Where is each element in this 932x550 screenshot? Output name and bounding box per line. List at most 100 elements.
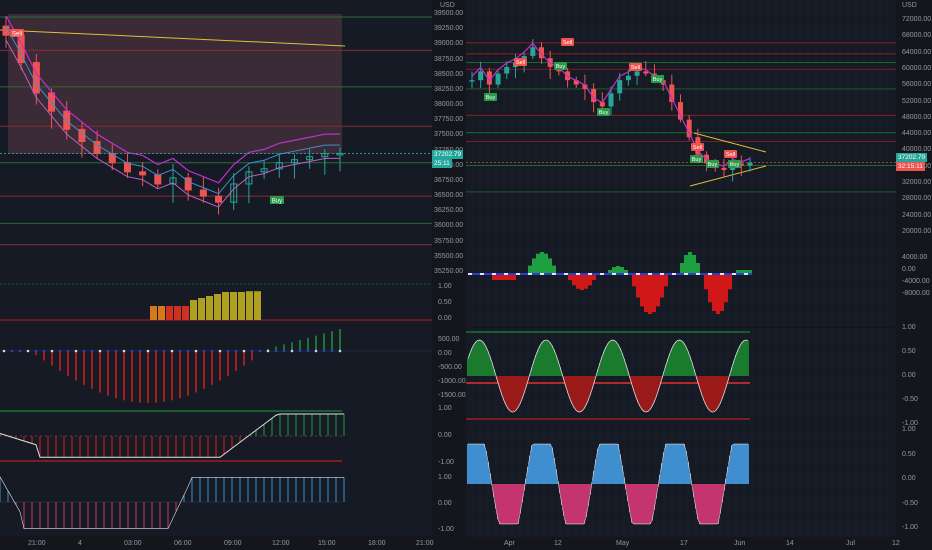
axis-tick: 38000.00 [434, 101, 464, 109]
highlight-zone [8, 14, 342, 154]
signal-dot [568, 273, 572, 275]
signal-dot [58, 349, 62, 353]
oscillator-line [0, 413, 344, 458]
time-tick: 21:00 [28, 540, 46, 547]
signal-dot [576, 273, 580, 275]
right-indicator-3[interactable] [466, 430, 896, 537]
axis-tick: -1500.00 [438, 392, 466, 399]
axis-tick: 0.50 [902, 450, 916, 458]
signal-dot [636, 273, 640, 275]
left-indicator-1[interactable] [0, 277, 432, 325]
time-tick: Jun [734, 540, 746, 547]
signal-dot [664, 273, 668, 275]
right-indicator-2[interactable] [466, 328, 896, 429]
sell-badge-label: Sell [693, 145, 702, 151]
candle-body [139, 171, 147, 176]
signal-dot [732, 273, 736, 275]
axis-tick: -1.00 [902, 524, 918, 531]
signal-dot [258, 349, 262, 353]
right-current-price: 37202.79 [896, 153, 928, 162]
axis-tick: 32000.00 [902, 179, 932, 187]
signal-dot [644, 273, 648, 275]
signal-dot [624, 273, 628, 275]
left-indicator-3[interactable] [0, 405, 432, 467]
signal-dot [628, 273, 632, 275]
right-indicator-1[interactable] [466, 246, 896, 327]
time-tick: 14 [786, 540, 794, 547]
left-price-axis[interactable]: USD 39500.00 39250.00 39000.00 38750.00 3850… [432, 0, 466, 276]
axis-tick: 35250.00 [434, 268, 464, 275]
signal-dot [298, 349, 302, 353]
signal-dot [540, 273, 544, 275]
candle-body [617, 80, 623, 94]
histogram-bar [254, 291, 261, 320]
right-price-chart[interactable]: Sell Buy Buy Sell Sell Buy Buy Sell Buy Sell Buy Bu… [466, 0, 896, 245]
signal-dot [480, 273, 484, 275]
signal-dot [210, 349, 214, 353]
signal-dot [338, 349, 342, 353]
axis-tick: 60000.00 [902, 64, 932, 72]
buy-badge-label: Buy [556, 64, 566, 70]
signal-dot [560, 273, 564, 275]
signal-dot [484, 273, 488, 275]
left-indicator-4[interactable] [0, 468, 432, 536]
signal-dot [720, 273, 724, 275]
axis-tick: 0.50 [902, 348, 916, 355]
signal-dot [138, 349, 142, 353]
signal-dot [596, 273, 600, 275]
signal-dot [580, 273, 584, 275]
axis-tick: -1.00 [438, 459, 454, 466]
signal-dot [748, 273, 752, 275]
signal-dot [600, 273, 604, 275]
axis-tick: 0.00 [902, 475, 916, 482]
time-tick: Apr [504, 540, 515, 547]
left-time-axis[interactable]: 21:00 4 03:00 06:00 09:00 12:00 15:00 18:00 21:0… [0, 537, 434, 550]
sell-badge-label: Sell [12, 32, 22, 38]
axis-tick: 38250.00 [434, 85, 464, 93]
signal-dot [98, 349, 102, 353]
signal-dot [740, 273, 744, 275]
right-time-axis[interactable]: Apr 12 May 17 Jun 14 Jul 12 [466, 537, 900, 550]
left-indicator-2[interactable] [0, 326, 432, 404]
signal-dot [90, 349, 94, 353]
axis-tick: 1.00 [438, 405, 452, 412]
signal-dot [660, 273, 664, 275]
signal-dot [684, 273, 688, 275]
axis-tick: -1000.00 [438, 378, 466, 385]
signal-dot [154, 349, 158, 353]
candle-body [643, 71, 649, 74]
left-price-chart[interactable]: Sell Buy [0, 0, 432, 276]
signal-dot [178, 349, 182, 353]
signal-dot [306, 349, 310, 353]
signal-dot [170, 349, 174, 353]
signal-dot [274, 349, 278, 353]
axis-tick: 0.50 [438, 299, 452, 306]
axis-tick: 36000.00 [434, 222, 464, 230]
time-tick: 12 [892, 540, 900, 547]
time-tick: Jul [846, 540, 855, 547]
signal-dot [676, 273, 680, 275]
right-price-axis[interactable]: USD 72000.00 68000.00 64000.00 60000.00 5600… [896, 0, 932, 245]
signal-dot [202, 349, 206, 353]
signal-dot [564, 273, 568, 275]
axis-tick: -0.50 [902, 499, 918, 507]
right-currency-label: USD [902, 2, 917, 9]
signal-dot [516, 273, 520, 275]
signal-dot [548, 273, 552, 275]
right-price-panel[interactable]: Sell Buy Buy Sell Sell Buy Buy Sell Buy Sell Buy Bu… [466, 0, 896, 245]
signal-dot [520, 273, 524, 275]
time-tick: 09:00 [224, 540, 242, 547]
axis-tick: 68000.00 [902, 32, 932, 40]
time-tick: May [616, 540, 630, 547]
signal-dot [322, 349, 326, 353]
histogram-bar [198, 298, 205, 320]
axis-tick: 39500.00 [434, 10, 464, 17]
signal-dot [680, 273, 684, 275]
histogram-bar [190, 300, 197, 320]
axis-tick: 28000.00 [902, 195, 932, 203]
left-price-panel[interactable]: Sell Buy [0, 0, 432, 276]
signal-dot [282, 349, 286, 353]
signal-dot [692, 273, 696, 275]
signal-dot [218, 349, 222, 353]
axis-tick: 35500.00 [434, 252, 464, 260]
